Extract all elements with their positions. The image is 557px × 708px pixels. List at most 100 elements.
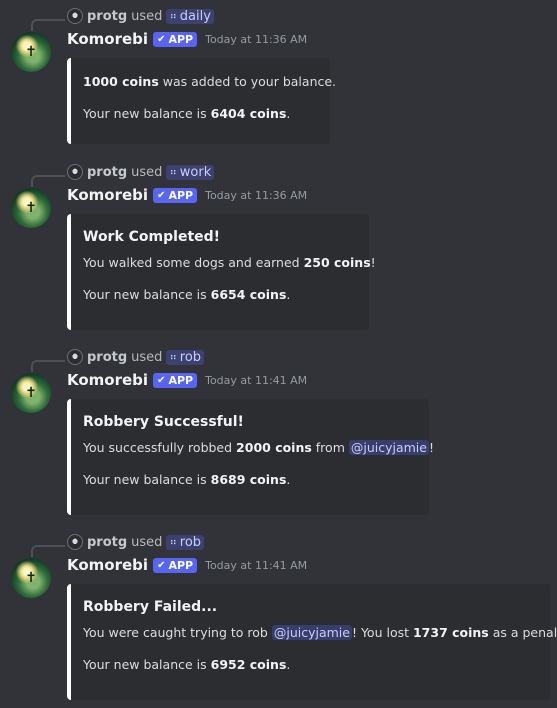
- balance-suffix: .: [286, 472, 291, 487]
- user-mention[interactable]: @juicyjamie: [348, 440, 429, 455]
- balance-value: 6654 coins: [210, 287, 287, 302]
- embed-title: Robbery Successful!: [83, 414, 244, 430]
- message-daily: protg used ⠶ daily ✝ Komorebi ✔ APP Today …: [0, 6, 557, 146]
- reply-user-avatar[interactable]: [67, 534, 83, 550]
- app-badge: ✔ APP: [153, 31, 198, 47]
- checkmark-icon: ✔: [157, 189, 166, 201]
- embed-text: You were caught trying to rob: [83, 625, 272, 640]
- timestamp[interactable]: Today at 11:36 AM: [205, 33, 307, 46]
- reply-username[interactable]: protg: [87, 535, 127, 550]
- app-badge-label: APP: [168, 32, 194, 46]
- balance-suffix: .: [286, 657, 291, 672]
- app-badge: ✔ APP: [153, 187, 198, 203]
- bot-username[interactable]: Komorebi: [67, 30, 148, 48]
- reply-reference[interactable]: protg used ⠶ work: [67, 162, 215, 182]
- avatar-mark-icon: ✝: [25, 200, 37, 216]
- embed-text: was added to your balance.: [158, 74, 337, 89]
- reply-username[interactable]: protg: [87, 165, 127, 180]
- bot-username[interactable]: Komorebi: [67, 371, 148, 389]
- slash-command-icon: ⠶: [169, 351, 177, 363]
- balance-prefix: Your new balance is: [83, 287, 211, 302]
- reply-username[interactable]: protg: [87, 9, 127, 24]
- coins-robbed: 2000 coins: [236, 440, 312, 455]
- app-badge-label: APP: [168, 373, 194, 387]
- avatar-mark-icon: ✝: [25, 44, 37, 60]
- reply-user-avatar[interactable]: [67, 349, 83, 365]
- slash-command-icon: ⠶: [169, 10, 177, 22]
- checkmark-icon: ✔: [157, 374, 166, 386]
- reply-used-text: used: [131, 164, 163, 180]
- balance-suffix: .: [286, 287, 291, 302]
- coins-added: 1000 coins: [83, 74, 159, 89]
- balance-line: Your new balance is 6404 coins.: [83, 106, 318, 122]
- embed-text: !: [428, 440, 434, 455]
- avatar-mark-icon: ✝: [25, 570, 37, 586]
- reply-connector: [31, 19, 65, 31]
- coins-earned: 250 coins: [303, 255, 371, 270]
- reply-user-avatar[interactable]: [67, 164, 83, 180]
- bot-avatar[interactable]: ✝: [11, 373, 51, 413]
- balance-line: Your new balance is 6654 coins.: [83, 287, 357, 303]
- reply-connector: [31, 545, 65, 557]
- embed-card: Robbery Successful! You successfully rob…: [67, 399, 434, 515]
- embed-title: Work Completed!: [83, 229, 221, 245]
- slash-command-icon: ⠶: [169, 536, 177, 548]
- balance-value: 6404 coins: [210, 106, 287, 121]
- embed-text: from: [311, 440, 349, 455]
- embed-text: !: [370, 255, 376, 270]
- command-pill[interactable]: ⠶ rob: [166, 534, 205, 550]
- embed-card: Robbery Failed... You were caught trying…: [67, 584, 557, 700]
- reply-username[interactable]: protg: [87, 350, 127, 365]
- reply-reference[interactable]: protg used ⠶ rob: [67, 532, 205, 552]
- bot-username[interactable]: Komorebi: [67, 556, 148, 574]
- command-name: work: [179, 164, 212, 180]
- embed-card: Work Completed! You walked some dogs and…: [67, 214, 376, 330]
- timestamp[interactable]: Today at 11:36 AM: [205, 189, 307, 202]
- checkmark-icon: ✔: [157, 559, 166, 571]
- command-name: daily: [179, 8, 211, 24]
- balance-prefix: Your new balance is: [83, 106, 211, 121]
- avatar-mark-icon: ✝: [25, 385, 37, 401]
- command-name: rob: [179, 534, 202, 550]
- embed-line: You were caught trying to rob @juicyjami…: [83, 625, 557, 641]
- user-mention[interactable]: @juicyjamie: [271, 625, 352, 640]
- embed-text: ! You lost: [351, 625, 413, 640]
- balance-prefix: Your new balance is: [83, 472, 211, 487]
- message-header: Komorebi ✔ APP Today at 11:36 AM: [67, 184, 307, 206]
- checkmark-icon: ✔: [157, 33, 166, 45]
- bot-avatar[interactable]: ✝: [11, 32, 51, 72]
- reply-reference[interactable]: protg used ⠶ rob: [67, 347, 205, 367]
- reply-used-text: used: [131, 349, 163, 365]
- bot-username[interactable]: Komorebi: [67, 186, 148, 204]
- slash-command-icon: ⠶: [169, 166, 177, 178]
- balance-value: 8689 coins: [210, 472, 287, 487]
- command-pill[interactable]: ⠶ work: [166, 164, 215, 180]
- reply-used-text: used: [131, 534, 163, 550]
- balance-suffix: .: [286, 106, 291, 121]
- embed-text: You walked some dogs and earned: [83, 255, 304, 270]
- timestamp[interactable]: Today at 11:41 AM: [205, 374, 307, 387]
- message-rob-success: protg used ⠶ rob ✝ Komorebi ✔ APP Today at…: [0, 347, 557, 515]
- app-badge: ✔ APP: [153, 372, 198, 388]
- embed-line: 1000 coins was added to your balance.: [83, 74, 336, 90]
- balance-line: Your new balance is 6952 coins.: [83, 657, 538, 673]
- command-name: rob: [179, 349, 202, 365]
- command-pill[interactable]: ⠶ daily: [166, 8, 214, 24]
- message-header: Komorebi ✔ APP Today at 11:41 AM: [67, 554, 307, 576]
- bot-avatar[interactable]: ✝: [11, 558, 51, 598]
- reply-user-avatar[interactable]: [67, 8, 83, 24]
- balance-line: Your new balance is 8689 coins.: [83, 472, 417, 488]
- command-pill[interactable]: ⠶ rob: [166, 349, 205, 365]
- timestamp[interactable]: Today at 11:41 AM: [205, 559, 307, 572]
- balance-prefix: Your new balance is: [83, 657, 211, 672]
- message-work: protg used ⠶ work ✝ Komorebi ✔ APP Today a…: [0, 162, 557, 330]
- embed-title: Robbery Failed...: [83, 599, 218, 615]
- reply-reference[interactable]: protg used ⠶ daily: [67, 6, 214, 26]
- message-header: Komorebi ✔ APP Today at 11:41 AM: [67, 369, 307, 391]
- reply-connector: [31, 175, 65, 187]
- bot-avatar[interactable]: ✝: [11, 188, 51, 228]
- reply-connector: [31, 360, 65, 372]
- embed-line: You successfully robbed 2000 coins from …: [83, 440, 434, 456]
- balance-value: 6952 coins: [210, 657, 287, 672]
- app-badge: ✔ APP: [153, 557, 198, 573]
